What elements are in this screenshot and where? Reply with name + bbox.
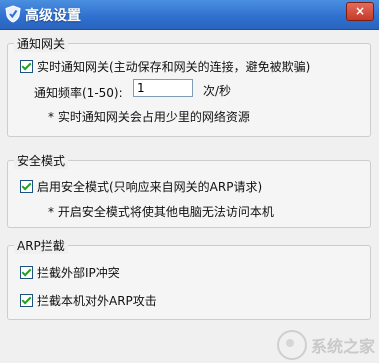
notify-note: * 实时通知网关会占用少里的网络资源 <box>48 110 250 124</box>
checkbox-icon[interactable] <box>20 294 33 307</box>
shield-icon <box>5 5 21 23</box>
watermark-logo-icon <box>276 330 307 360</box>
group-title: ARP拦截 <box>14 237 68 254</box>
safe-note: * 开启安全模式将使其他电脑无法访问本机 <box>48 205 274 219</box>
checkbox-label: 拦截本机对外ARP攻击 <box>37 294 157 308</box>
arp-block-group: ARP拦截 拦截外部IP冲突 拦截本机对外ARP攻击 <box>7 237 371 320</box>
freq-label: 通知频率(1-50): <box>34 86 123 100</box>
freq-input[interactable] <box>133 79 193 97</box>
group-title: 安全模式 <box>14 152 69 169</box>
checkbox-icon[interactable] <box>20 266 33 279</box>
window-title: 高级设置 <box>25 8 81 24</box>
checkbox-label: 实时通知网关(主动保存和网关的连接，避免被欺骗) <box>37 60 311 74</box>
realtime-notify-checkbox[interactable]: 实时通知网关(主动保存和网关的连接，避免被欺骗) <box>20 58 310 75</box>
checkbox-label: 启用安全模式(只响应来自网关的ARP请求) <box>37 180 263 194</box>
freq-unit: 次/秒 <box>203 84 232 98</box>
watermark-text: 系统之家 <box>310 337 375 356</box>
safe-mode-checkbox[interactable]: 启用安全模式(只响应来自网关的ARP请求) <box>20 178 262 195</box>
checkbox-label: 拦截外部IP冲突 <box>37 266 120 280</box>
checkbox-icon[interactable] <box>20 180 33 193</box>
close-button[interactable]: × <box>346 2 374 21</box>
group-title: 通知网关 <box>14 35 69 52</box>
block-outbound-arp-checkbox[interactable]: 拦截本机对外ARP攻击 <box>20 292 157 309</box>
title-bar: 高级设置 × <box>0 0 379 30</box>
block-external-ip-checkbox[interactable]: 拦截外部IP冲突 <box>20 264 120 281</box>
checkbox-icon[interactable] <box>20 60 33 73</box>
safe-mode-group: 安全模式 启用安全模式(只响应来自网关的ARP请求) * 开启安全模式将使其他电… <box>7 152 371 228</box>
watermark: 系统之家 <box>276 330 375 360</box>
